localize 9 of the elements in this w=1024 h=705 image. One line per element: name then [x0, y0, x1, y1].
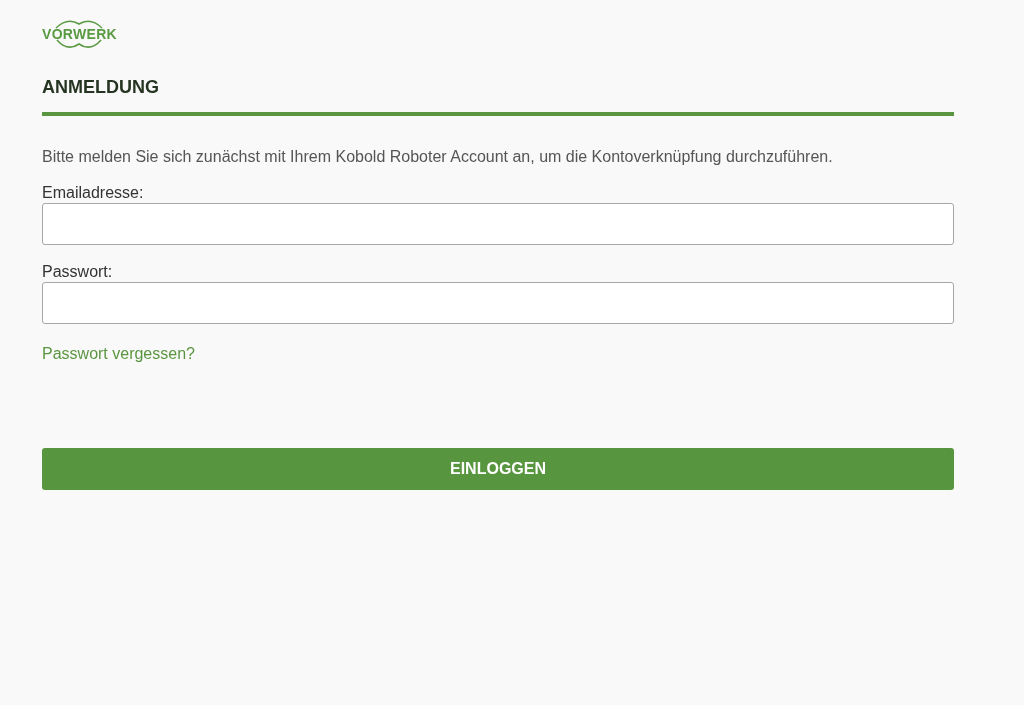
login-button[interactable]: EINLOGGEN	[42, 448, 954, 490]
input-field[interactable]	[42, 203, 954, 245]
forgot-password-link[interactable]: Passwort vergessen?	[42, 344, 195, 364]
field-label: Emailadresse:	[42, 183, 144, 203]
field-label: Passwort:	[42, 262, 113, 282]
page-heading: ANMELDUNG	[42, 76, 159, 99]
input-field[interactable]	[42, 282, 954, 324]
brand-logo: VORWERK	[42, 19, 119, 49]
intro-text: Bitte melden Sie sich zunächst mit Ihrem Kobold Roboter Account an, um die Kontoverknüpfung durchzuführen.	[42, 147, 833, 167]
